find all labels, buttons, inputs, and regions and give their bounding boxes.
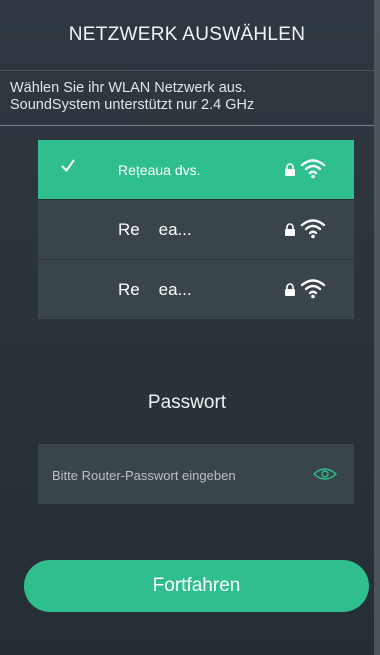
instructions-line-1: Wählen Sie ihr WLAN Netzwerk aus. (10, 80, 247, 96)
network-item[interactable]: Re ea... (38, 200, 354, 260)
network-name: Re ea... (118, 280, 192, 299)
password-field[interactable] (38, 444, 354, 506)
instructions-line-2: SoundSystem unterstützt nur 2.4 GHz (10, 97, 255, 113)
screen-edge (374, 0, 380, 655)
header: NETZWERK AUSWÄHLEN (0, 0, 374, 70)
continue-button-label: Fortfahren (152, 575, 241, 596)
wifi-icon (300, 159, 326, 179)
instructions: Wählen Sie ihr WLAN Netzwerk aus. SoundS… (0, 70, 374, 126)
wifi-icon (300, 279, 326, 299)
check-icon (61, 159, 75, 173)
lock-icon (285, 223, 295, 236)
network-name: Re ea... (118, 220, 192, 239)
continue-button[interactable]: Fortfahren (24, 560, 369, 612)
password-input[interactable] (50, 444, 304, 506)
page-title: NETZWERK AUSWÄHLEN (68, 24, 306, 45)
network-list: Rețeaua dvs. Re ea... Re ea... (38, 140, 354, 319)
lock-icon (285, 283, 295, 296)
eye-icon[interactable] (313, 466, 337, 482)
network-item[interactable]: Re ea... (38, 260, 354, 319)
password-label: Passwort (147, 392, 227, 413)
network-item-selected[interactable]: Rețeaua dvs. (38, 140, 354, 200)
network-name: Rețeaua dvs. (118, 162, 201, 178)
lock-icon (285, 163, 295, 176)
wifi-icon (300, 219, 326, 239)
